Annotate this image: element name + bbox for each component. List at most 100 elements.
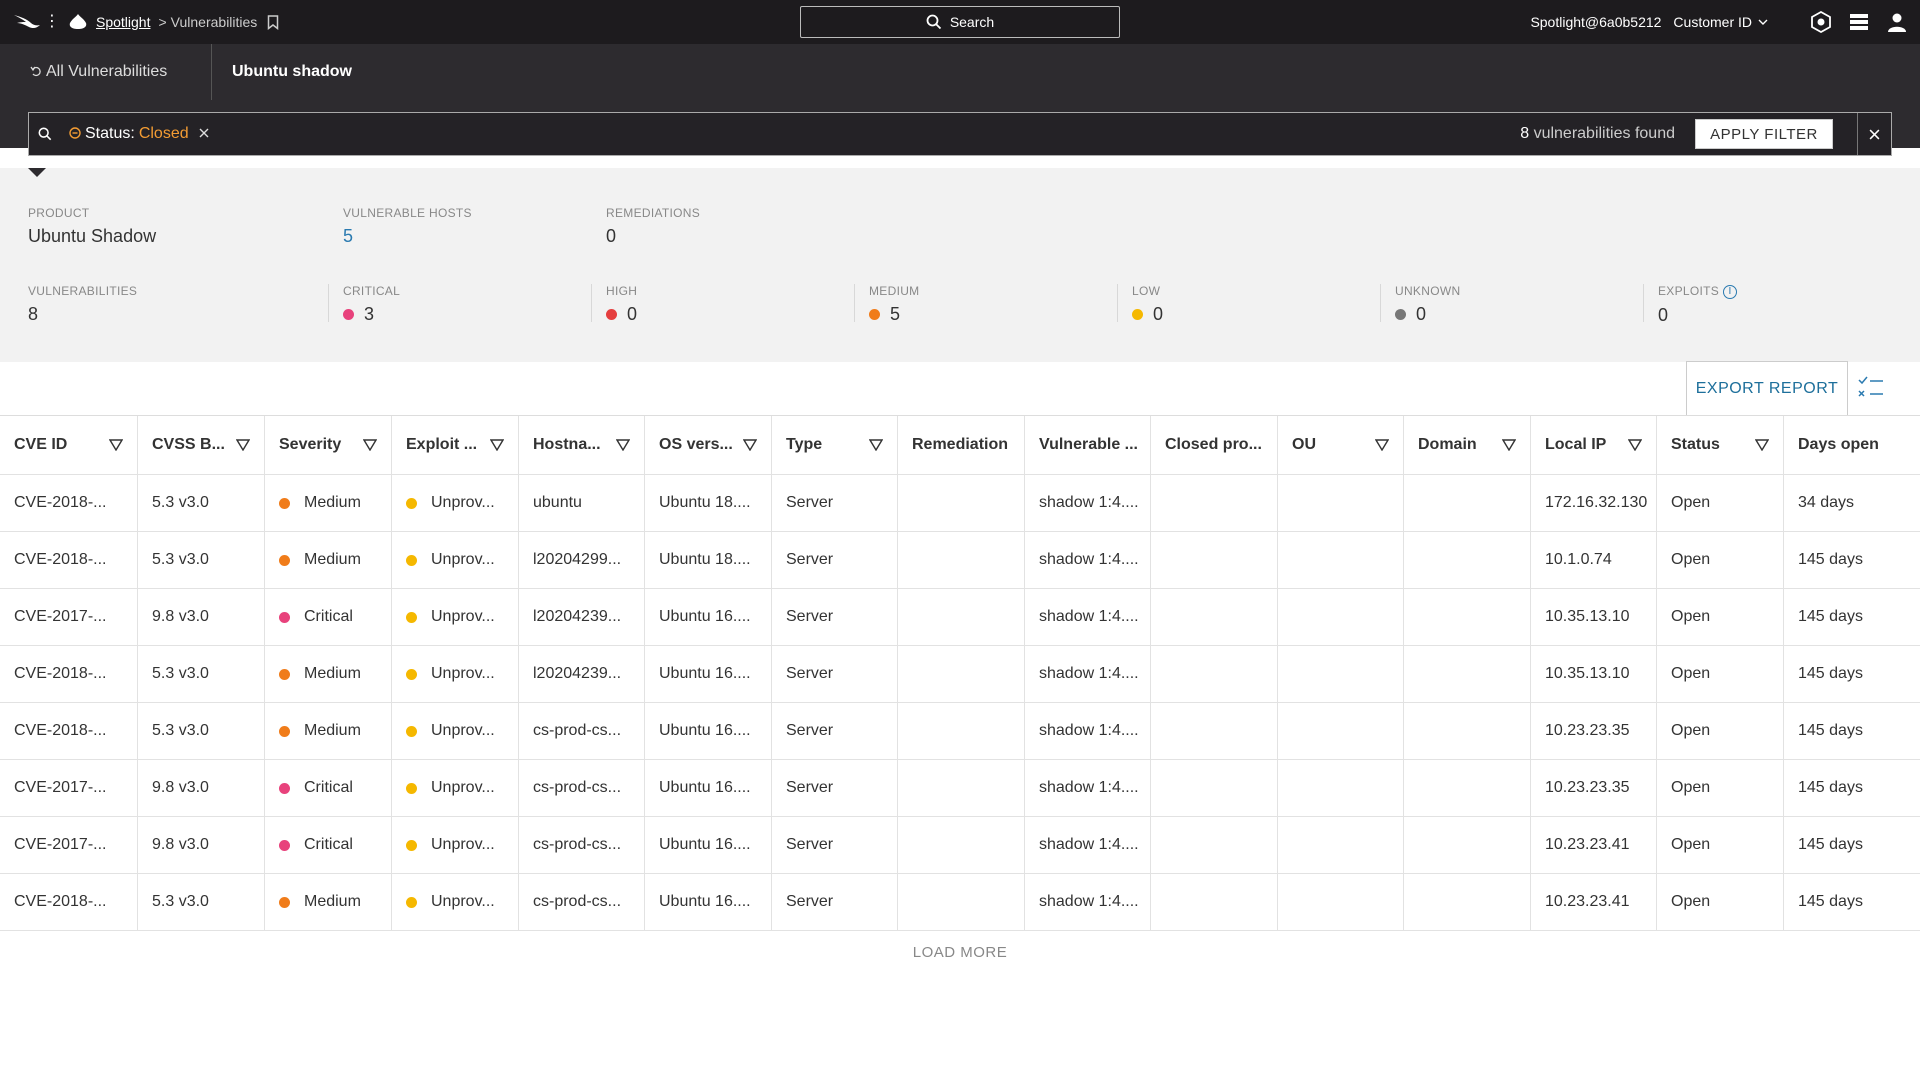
exploit-status-dot-icon — [406, 554, 417, 566]
divider — [1117, 284, 1118, 322]
column-header-local-ip[interactable]: Local IP — [1531, 416, 1657, 474]
cell-os-vers: Ubuntu 16.... — [645, 874, 772, 930]
column-header-domain[interactable]: Domain — [1404, 416, 1531, 474]
status-filter-chip[interactable]: Status: Closed — [69, 125, 209, 143]
column-header-remediation[interactable]: Remediation — [898, 416, 1025, 474]
column-filter-icon[interactable] — [616, 439, 630, 451]
tab-all-vulnerabilities[interactable]: All Vulnerabilities — [0, 44, 212, 100]
column-header-days-open[interactable]: Days open — [1784, 416, 1920, 474]
stat-unknown: UNKNOWN 0 — [1395, 284, 1460, 325]
notifications-icon[interactable] — [1848, 11, 1870, 33]
stat-exploits-label: EXPLOITS — [1658, 284, 1720, 298]
cell-text: Server — [786, 893, 834, 910]
cell-text: Server — [786, 494, 834, 511]
kebab-menu-icon[interactable]: ⋮ — [42, 14, 62, 30]
chip-separator: : — [130, 125, 135, 142]
column-header-exploit[interactable]: Exploit ... — [392, 416, 519, 474]
cell-domain — [1404, 646, 1531, 702]
cell-ou — [1278, 475, 1404, 531]
cell-os-vers: Ubuntu 16.... — [645, 589, 772, 645]
column-filter-icon[interactable] — [1502, 439, 1516, 451]
info-icon[interactable]: i — [1723, 284, 1738, 299]
clear-filter-icon[interactable] — [1857, 113, 1891, 155]
stat-high-value: 0 — [627, 304, 638, 324]
cell-text: Open — [1671, 665, 1711, 682]
cell-severity: Medium — [265, 703, 392, 759]
column-header-os-vers[interactable]: OS vers... — [645, 416, 772, 474]
column-filter-icon[interactable] — [1755, 439, 1769, 451]
column-filter-icon[interactable] — [743, 439, 757, 451]
customer-id-label: Customer ID — [1673, 14, 1752, 30]
table-row[interactable]: CVE-2017-... 9.8 v3.0 Critical Unprov... cs-… — [0, 760, 1920, 817]
apply-filter-button[interactable]: APPLY FILTER — [1695, 119, 1833, 149]
cell-text: Server — [786, 779, 834, 796]
table-row[interactable]: CVE-2018-... 5.3 v3.0 Medium Unprov... cs-pr… — [0, 703, 1920, 760]
bookmark-icon[interactable] — [267, 14, 281, 30]
global-search-button[interactable]: Search — [800, 6, 1120, 38]
cell-days-open: 34 days — [1784, 475, 1920, 531]
column-header-cvss-b[interactable]: CVSS B... — [138, 416, 265, 474]
cell-severity: Medium — [265, 532, 392, 588]
stat-hosts-link[interactable]: 5 — [343, 226, 472, 247]
stat-remediations-label: REMEDIATIONS — [606, 206, 701, 220]
spotlight-app-icon[interactable] — [66, 10, 90, 34]
table-row[interactable]: CVE-2018-... 5.3 v3.0 Medium Unprov... cs-pr… — [0, 874, 1920, 931]
cell-text: shadow 1:4.... — [1039, 494, 1139, 511]
column-filter-icon[interactable] — [490, 439, 504, 451]
cell-vulnerable: shadow 1:4.... — [1025, 760, 1151, 816]
cell-vulnerable: shadow 1:4.... — [1025, 703, 1151, 759]
table-row[interactable]: CVE-2018-... 5.3 v3.0 Medium Unprov... ubunt… — [0, 475, 1920, 532]
cell-cvss-b: 5.3 v3.0 — [138, 703, 265, 759]
table-row[interactable]: CVE-2017-... 9.8 v3.0 Critical Unprov... l20… — [0, 589, 1920, 646]
column-header-status[interactable]: Status — [1657, 416, 1784, 474]
cell-text: Open — [1671, 779, 1711, 796]
table-row[interactable]: CVE-2017-... 9.8 v3.0 Critical Unprov... cs-… — [0, 817, 1920, 874]
cell-text: Ubuntu 16.... — [659, 665, 751, 682]
table-row[interactable]: CVE-2018-... 5.3 v3.0 Medium Unprov... l2020… — [0, 532, 1920, 589]
column-header-ou[interactable]: OU — [1278, 416, 1404, 474]
severity-dot-icon — [279, 611, 290, 623]
column-filter-icon[interactable] — [363, 439, 377, 451]
cell-text: 145 days — [1798, 608, 1863, 625]
cell-type: Server — [772, 532, 898, 588]
column-settings-icon[interactable] — [1858, 376, 1884, 400]
column-filter-icon[interactable] — [1375, 439, 1389, 451]
column-header-severity[interactable]: Severity — [265, 416, 392, 474]
column-filter-icon[interactable] — [1628, 439, 1642, 451]
load-more-button[interactable]: LOAD MORE — [0, 944, 1920, 961]
column-header-cve-id[interactable]: CVE ID — [0, 416, 138, 474]
cell-vulnerable: shadow 1:4.... — [1025, 817, 1151, 873]
falcon-logo-icon[interactable] — [12, 10, 42, 34]
stat-vulns-value: 8 — [28, 304, 39, 324]
cell-cve-id: CVE-2018-... — [0, 646, 138, 702]
export-report-button[interactable]: EXPORT REPORT — [1686, 361, 1848, 415]
user-account-label[interactable]: Spotlight@6a0b5212 — [1530, 14, 1661, 30]
column-header-type[interactable]: Type — [772, 416, 898, 474]
column-filter-icon[interactable] — [236, 439, 250, 451]
customer-id-dropdown[interactable]: Customer ID — [1673, 14, 1768, 30]
cell-text: 5.3 v3.0 — [152, 551, 209, 568]
exploit-status-dot-icon — [406, 668, 417, 680]
cell-domain — [1404, 703, 1531, 759]
table-row[interactable]: CVE-2018-... 5.3 v3.0 Medium Unprov... l2020… — [0, 646, 1920, 703]
cell-text: Open — [1671, 608, 1711, 625]
divider — [1380, 284, 1381, 322]
cell-text: 5.3 v3.0 — [152, 722, 209, 739]
filter-bar[interactable]: Status: Closed 8 vulnerabilities found A… — [28, 112, 1892, 156]
cell-days-open: 145 days — [1784, 760, 1920, 816]
cell-text: Medium — [304, 665, 361, 682]
column-filter-icon[interactable] — [109, 439, 123, 451]
search-icon — [926, 14, 942, 30]
support-icon[interactable] — [1810, 11, 1832, 33]
cell-text: Server — [786, 551, 834, 568]
breadcrumb-spotlight-link[interactable]: Spotlight — [96, 14, 150, 30]
column-header-hostna[interactable]: Hostna... — [519, 416, 645, 474]
column-header-vulnerable[interactable]: Vulnerable ... — [1025, 416, 1151, 474]
column-header-closed-pro[interactable]: Closed pro... — [1151, 416, 1278, 474]
cell-closed-pro — [1151, 760, 1278, 816]
tab-ubuntu-shadow[interactable]: Ubuntu shadow — [212, 63, 352, 81]
user-profile-icon[interactable] — [1886, 11, 1908, 33]
chip-remove-icon[interactable] — [199, 125, 209, 143]
cell-text: cs-prod-cs... — [533, 893, 622, 910]
column-filter-icon[interactable] — [869, 439, 883, 451]
